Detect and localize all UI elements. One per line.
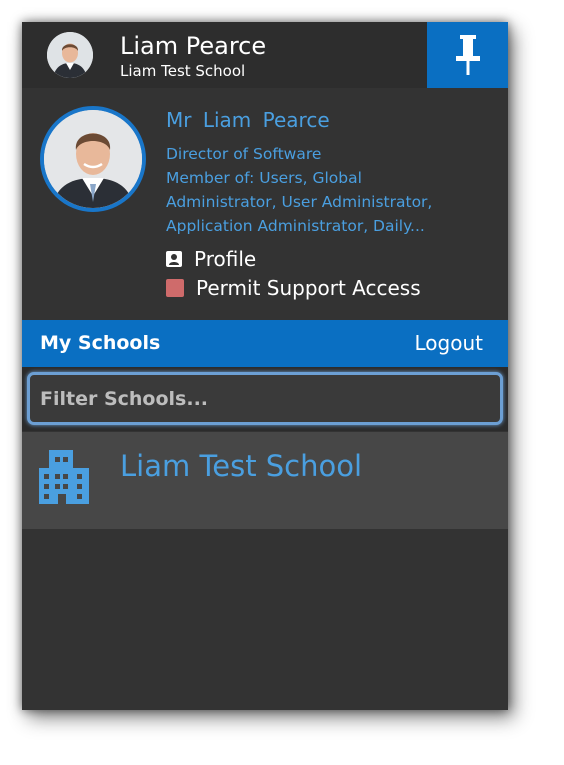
profile-link[interactable]: Profile — [166, 247, 256, 271]
permit-support-access-toggle[interactable]: Permit Support Access — [166, 276, 421, 300]
support-checkbox[interactable] — [166, 279, 184, 297]
pin-icon — [455, 35, 480, 75]
profile-photo — [40, 106, 146, 212]
building-icon — [39, 450, 89, 504]
user-name: Liam Pearce — [120, 32, 267, 60]
membership-line: Administrator, User Administrator, — [166, 193, 433, 211]
person-photo-icon — [44, 110, 142, 208]
full-name: Mr Liam Pearce — [166, 108, 330, 132]
membership-line: Application Administrator, Daily... — [166, 217, 425, 235]
school-list-item[interactable]: Liam Test School — [22, 432, 508, 529]
profile-label: Profile — [194, 247, 257, 271]
schools-header: My Schools Logout — [22, 320, 508, 367]
logout-button[interactable]: Logout — [415, 330, 483, 356]
school-name: Liam Test School — [120, 449, 363, 483]
current-school-name: Liam Test School — [120, 62, 246, 80]
my-schools-title: My Schools — [40, 332, 161, 354]
user-header: Liam Pearce Liam Test School — [22, 22, 508, 88]
pin-button[interactable] — [427, 22, 508, 88]
person-photo-icon — [47, 32, 93, 78]
membership-line: Member of: Users, Global — [166, 169, 362, 187]
support-label: Permit Support Access — [196, 276, 421, 300]
job-title: Director of Software — [166, 145, 322, 163]
user-menu-panel: Liam Pearce Liam Test School Mr Liam Pea… — [22, 22, 508, 710]
avatar[interactable] — [47, 32, 93, 78]
filter-area — [22, 367, 508, 431]
filter-schools-input[interactable] — [27, 372, 503, 425]
contact-card-icon — [166, 251, 182, 267]
